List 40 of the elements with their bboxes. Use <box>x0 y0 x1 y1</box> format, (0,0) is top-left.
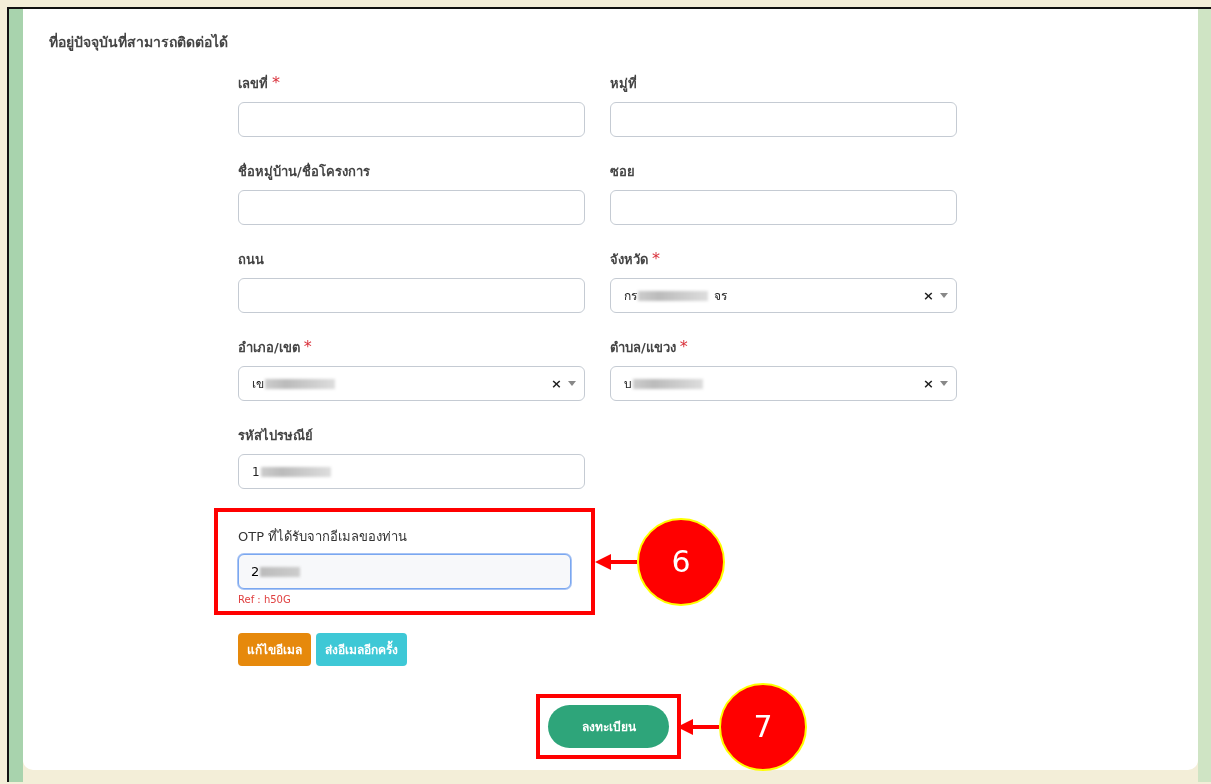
field-label: ถนน <box>238 251 264 269</box>
input-field[interactable] <box>238 102 585 137</box>
field-label: รหัสไปรษณีย์ <box>238 427 313 445</box>
dropdown[interactable]: บ × <box>610 366 957 401</box>
input-field[interactable]: 1 <box>238 454 585 489</box>
reference-code: Ref : h50G <box>238 594 292 605</box>
clear-icon[interactable]: × <box>551 376 562 391</box>
input-field[interactable] <box>238 190 585 225</box>
field-label: ตำบล/แขวง <box>610 339 676 357</box>
field-label: จังหวัด <box>610 251 648 269</box>
field-value: บ <box>624 376 632 393</box>
required-asterisk: * <box>679 337 688 358</box>
caret-icon[interactable] <box>940 293 948 298</box>
input-field[interactable] <box>238 278 585 313</box>
field-label: หมู่ที่ <box>610 73 637 94</box>
field-label: อำเภอ/เขต <box>238 339 300 357</box>
field-value: 2 <box>251 564 260 579</box>
input-field[interactable] <box>610 190 957 225</box>
field-label: ชื่อหมู่บ้าน/ชื่อโครงการ <box>238 161 370 182</box>
input-field[interactable] <box>610 102 957 137</box>
input-field[interactable]: 2 <box>238 554 571 589</box>
required-asterisk: * <box>303 337 312 358</box>
dropdown[interactable]: กร จร × <box>610 278 957 313</box>
required-asterisk: * <box>272 73 280 94</box>
field-value: กร <box>624 288 637 305</box>
step-number: 7 <box>719 682 807 771</box>
dropdown[interactable]: เข × <box>238 366 585 401</box>
section-heading: ที่อยู่ปัจจุบันที่สามารถติดต่อได้ <box>49 31 229 53</box>
field-label: เลขที่ <box>238 73 268 93</box>
caret-icon[interactable] <box>940 381 948 386</box>
caret-icon[interactable] <box>568 381 576 386</box>
field-value: 1 <box>252 464 260 479</box>
clear-icon[interactable]: × <box>923 288 934 303</box>
field-value: เข <box>252 376 264 393</box>
field-label: OTP ที่ได้รับจากอีเมลของท่าน <box>238 527 409 546</box>
required-asterisk: * <box>652 249 660 270</box>
step-number: 6 <box>637 517 725 606</box>
field-label: ซอย <box>610 163 635 181</box>
clear-icon[interactable]: × <box>923 376 934 391</box>
field-value: จร <box>714 288 727 305</box>
